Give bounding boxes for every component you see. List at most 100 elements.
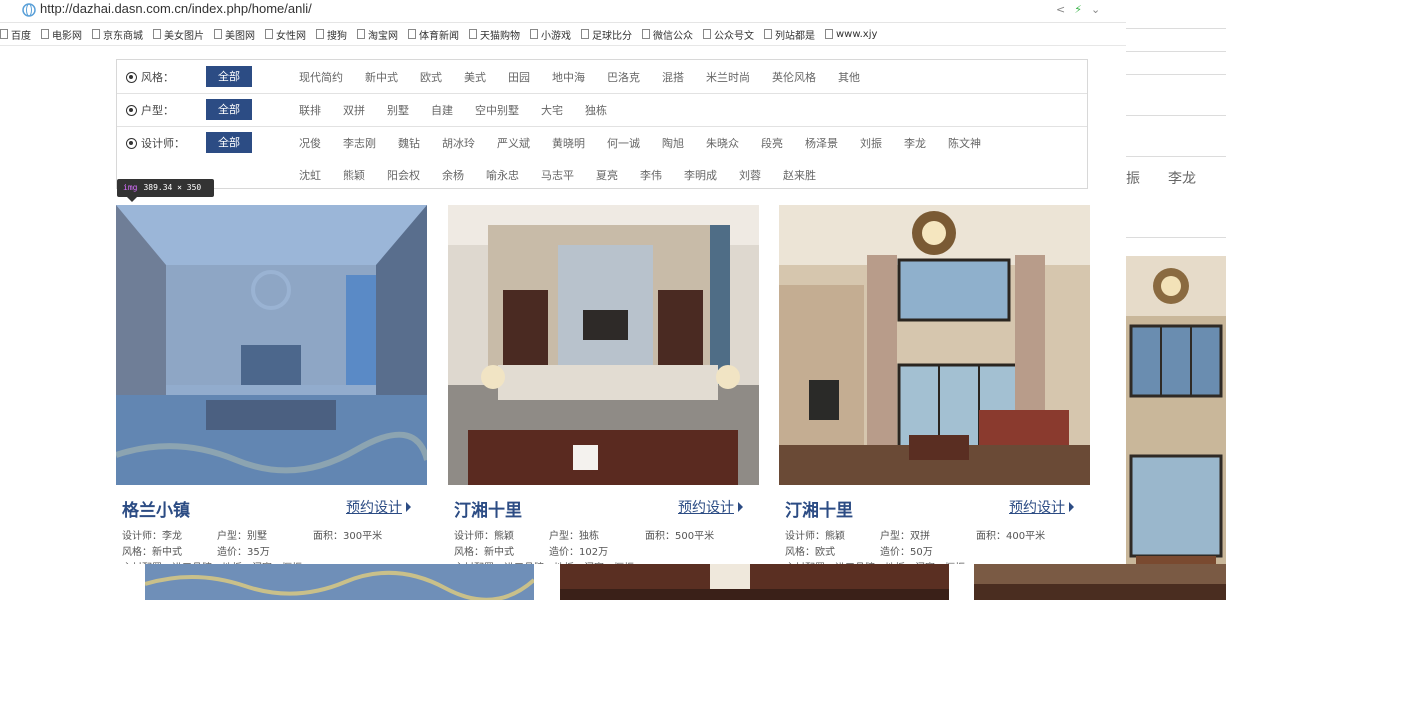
filter-option[interactable]: 李伟 (640, 167, 662, 183)
bookmark-item[interactable]: www.xjy (825, 29, 877, 40)
bg-card-photo-strip (560, 564, 949, 600)
case-card[interactable]: 格兰小镇 预约设计 设计师：李龙 户型：别墅 面积：300平米 风格：新中式 造… (116, 205, 427, 564)
case-meta-row: 主材配置：进口品牌，地板，门窗，橱柜 (122, 559, 302, 564)
filter-style-all-button[interactable]: 全部 (206, 66, 252, 87)
url-text[interactable]: http://dazhai.dasn.com.cn/index.php/home… (40, 1, 312, 16)
filter-option[interactable]: 李明成 (684, 167, 717, 183)
filter-option[interactable]: 魏钻 (398, 135, 420, 151)
filter-option[interactable]: 何一诚 (607, 135, 640, 151)
bookmark-item[interactable]: 搜狗 (316, 27, 347, 42)
filter-option[interactable]: 巴洛克 (607, 69, 640, 85)
case-designer: 设计师：熊颖 (785, 531, 845, 542)
bookmark-item[interactable]: 体育新闻 (408, 27, 459, 42)
filter-option[interactable]: 陈文神 (948, 135, 981, 151)
case-card[interactable]: 汀湘十里 预约设计 设计师：熊颖 户型：独栋 面积：500平米 风格：新中式 造… (448, 205, 759, 564)
bookmark-item[interactable]: 京东商城 (92, 27, 143, 42)
page-icon (214, 29, 222, 39)
filter-option[interactable]: 独栋 (585, 102, 607, 118)
filter-option[interactable]: 李志刚 (343, 135, 376, 151)
filter-option[interactable]: 自建 (431, 102, 453, 118)
filter-option[interactable]: 现代简约 (299, 69, 343, 85)
filter-option[interactable]: 马志平 (541, 167, 574, 183)
filter-option[interactable]: 双拼 (343, 102, 365, 118)
filter-option[interactable]: 美式 (464, 69, 486, 85)
filter-option[interactable]: 别墅 (387, 102, 409, 118)
bookmark-item[interactable]: 足球比分 (581, 27, 632, 42)
case-meta-row: 设计师：熊颖 户型：双拼 面积：400平米 (785, 527, 1045, 542)
bookmark-item[interactable]: 小游戏 (530, 27, 571, 42)
bookmark-item[interactable]: 天猫购物 (469, 27, 520, 42)
share-icon[interactable]: < (1056, 3, 1065, 16)
filter-option[interactable]: 胡冰玲 (442, 135, 475, 151)
case-title[interactable]: 汀湘十里 (454, 496, 522, 521)
filter-option[interactable]: 大宅 (541, 102, 563, 118)
bookmark-item[interactable]: 女性网 (265, 27, 306, 42)
bookmark-item[interactable]: 美图网 (214, 27, 255, 42)
case-title[interactable]: 汀湘十里 (785, 496, 853, 521)
filter-option[interactable]: 英伦风格 (772, 69, 816, 85)
filter-option[interactable]: 其他 (838, 69, 860, 85)
filter-option[interactable]: 米兰时尚 (706, 69, 750, 85)
bg-divider (1126, 51, 1226, 52)
bookmark-item[interactable]: 公众号文 (703, 27, 754, 42)
filter-option[interactable]: 沈虹 (299, 167, 321, 183)
chevron-down-icon[interactable]: ⌄ (1091, 3, 1100, 16)
filter-option[interactable]: 新中式 (365, 69, 398, 85)
filter-option[interactable]: 刘振 (860, 135, 882, 151)
case-photo[interactable] (448, 205, 759, 485)
bookmarks-bar: 百度 电影网 京东商城 美女图片 美图网 女性网 搜狗 淘宝网 体育新闻 天猫购物 小游戏 足球比分 微… (0, 23, 1126, 46)
case-photo[interactable] (779, 205, 1090, 485)
filter-option[interactable]: 赵来胜 (783, 167, 816, 183)
filter-option[interactable]: 夏亮 (596, 167, 618, 183)
case-photo[interactable] (116, 205, 427, 485)
bookmark-item[interactable]: 淘宝网 (357, 27, 398, 42)
book-design-link[interactable]: 预约设计 (346, 497, 411, 517)
lightning-icon[interactable]: ⚡ (1074, 3, 1082, 16)
filter-option[interactable]: 杨泽景 (805, 135, 838, 151)
filter-option[interactable]: 刘蓉 (739, 167, 761, 183)
filter-option[interactable]: 余杨 (442, 167, 464, 183)
filter-option[interactable]: 黄晓明 (552, 135, 585, 151)
page-icon (41, 29, 49, 39)
case-meta-row: 风格：新中式 造价：35万 (122, 543, 270, 558)
filter-designer-all-button[interactable]: 全部 (206, 132, 252, 153)
page-icon (153, 29, 161, 39)
filter-option[interactable]: 阳会权 (387, 167, 420, 183)
bookmark-label: 体育新闻 (419, 30, 459, 42)
bg-designer-name: 李龙 (1168, 171, 1196, 187)
filter-option[interactable]: 严义斌 (497, 135, 530, 151)
selection-overlay (116, 205, 427, 485)
filter-option[interactable]: 熊颖 (343, 167, 365, 183)
bookmark-item[interactable]: 美女图片 (153, 27, 204, 42)
page-icon (581, 29, 589, 39)
filter-option[interactable]: 地中海 (552, 69, 585, 85)
filter-option[interactable]: 欧式 (420, 69, 442, 85)
filter-option[interactable]: 田园 (508, 69, 530, 85)
filter-option[interactable]: 空中别墅 (475, 102, 519, 118)
case-card[interactable]: 汀湘十里 预约设计 设计师：熊颖 户型：双拼 面积：400平米 风格：欧式 造价… (779, 205, 1090, 564)
bg-divider (1126, 237, 1226, 238)
bookmark-item[interactable]: 电影网 (41, 27, 82, 42)
case-price: 造价：50万 (880, 547, 933, 558)
filter-option[interactable]: 李龙 (904, 135, 926, 151)
filter-option[interactable]: 混搭 (662, 69, 684, 85)
filter-option[interactable]: 朱晓众 (706, 135, 739, 151)
site-icon (22, 3, 36, 17)
filter-designer-options: 况俊 李志刚 魏钻 胡冰玲 严义斌 黄晓明 何一诚 陶旭 朱晓众 段亮 杨泽景 刘振 李龙 陈文神 (299, 135, 1003, 151)
bookmark-item[interactable]: 列站都是 (764, 27, 815, 42)
book-design-link[interactable]: 预约设计 (1009, 497, 1074, 517)
page-icon (703, 29, 711, 39)
filter-option[interactable]: 陶旭 (662, 135, 684, 151)
address-bar[interactable]: http://dazhai.dasn.com.cn/index.php/home… (0, 0, 1126, 23)
filter-option[interactable]: 况俊 (299, 135, 321, 151)
page-icon (357, 29, 365, 39)
filter-house-all-button[interactable]: 全部 (206, 99, 252, 120)
book-design-link[interactable]: 预约设计 (678, 497, 743, 517)
filter-option[interactable]: 联排 (299, 102, 321, 118)
case-title[interactable]: 格兰小镇 (122, 496, 190, 521)
filter-option[interactable]: 段亮 (761, 135, 783, 151)
bookmark-item[interactable]: 微信公众 (642, 27, 693, 42)
filter-label-style: 风格： (126, 69, 174, 85)
filter-option[interactable]: 喻永忠 (486, 167, 519, 183)
bookmark-item[interactable]: 百度 (0, 27, 31, 42)
